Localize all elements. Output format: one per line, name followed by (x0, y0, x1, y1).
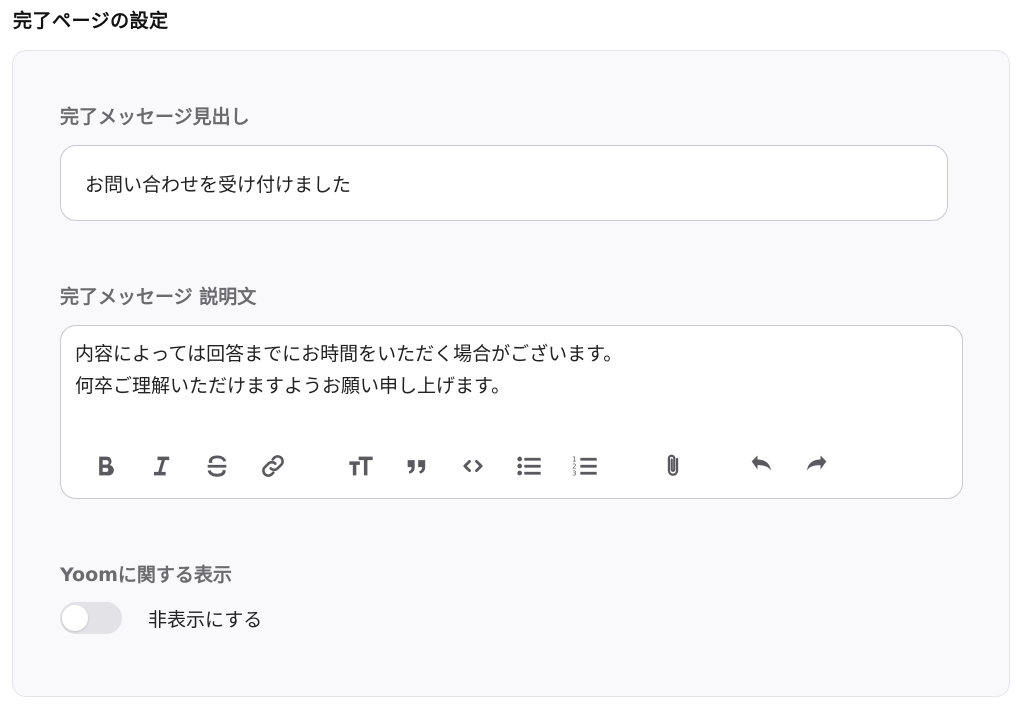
heading-input[interactable]: お問い合わせを受け付けました (60, 145, 948, 221)
attach-icon[interactable] (653, 446, 693, 486)
strikethrough-icon[interactable] (197, 446, 237, 486)
description-line: 何卒ご理解いただけますようお願い申し上げます。 (75, 375, 511, 397)
link-icon[interactable] (253, 446, 293, 486)
numbered-list-icon[interactable]: 123 (565, 446, 605, 486)
description-line: 内容によっては回答までにお時間をいただく場合がございます。 (75, 343, 623, 365)
bullet-list-icon[interactable] (509, 446, 549, 486)
code-icon[interactable] (453, 446, 493, 486)
description-text[interactable]: 内容によっては回答までにお時間をいただく場合がございます。 何卒ご理解いただけま… (75, 338, 622, 402)
toggle-knob (62, 605, 88, 631)
yoom-display-label: Yoomに関する表示 (60, 564, 232, 586)
hide-yoom-toggle-label[interactable]: 非表示にする (148, 605, 262, 632)
bold-icon[interactable] (85, 446, 125, 486)
quote-icon[interactable] (397, 446, 437, 486)
section-title: 完了ページの設定 (13, 10, 169, 32)
editor-toolbar: 123 (61, 446, 962, 486)
svg-text:3: 3 (572, 469, 576, 477)
heading-icon[interactable] (341, 446, 381, 486)
description-field-label: 完了メッセージ 説明文 (60, 286, 257, 308)
heading-field-label: 完了メッセージ見出し (60, 106, 250, 128)
undo-icon[interactable] (741, 446, 781, 486)
italic-icon[interactable] (141, 446, 181, 486)
hide-yoom-toggle[interactable] (60, 602, 122, 634)
redo-icon[interactable] (797, 446, 837, 486)
heading-input-value: お問い合わせを受け付けました (85, 173, 352, 196)
description-editor[interactable]: 内容によっては回答までにお時間をいただく場合がございます。 何卒ご理解いただけま… (60, 325, 963, 499)
